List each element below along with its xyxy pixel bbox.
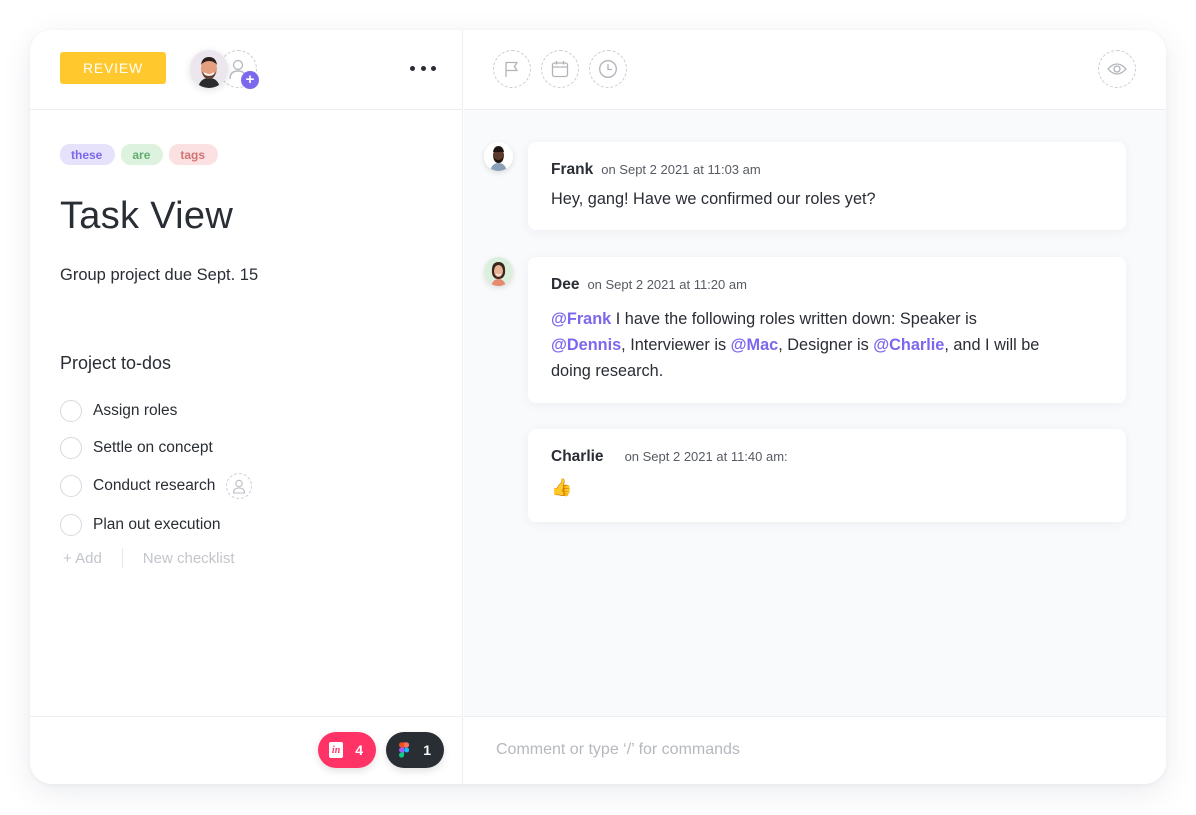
clock-icon	[599, 60, 617, 78]
mention-frank[interactable]: @Frank	[551, 310, 611, 328]
invision-icon: in	[329, 742, 344, 758]
tag[interactable]: are	[121, 144, 164, 165]
calendar-icon	[551, 61, 569, 78]
activity-toolbar	[464, 30, 1166, 110]
time-tracking-button[interactable]	[589, 50, 627, 88]
flag-icon	[505, 61, 518, 77]
comment-text: I have the following roles written down:…	[611, 310, 977, 328]
task-header: REVIEW +	[30, 30, 462, 110]
comment-author[interactable]: Frank	[551, 161, 593, 179]
attachment-count: 1	[423, 742, 431, 758]
checklist-item-label[interactable]: Assign roles	[93, 402, 177, 420]
checklist-item: Plan out execution	[60, 506, 252, 543]
user-icon	[233, 479, 246, 494]
comment-text: , Interviewer is	[621, 336, 731, 354]
comment-card: Frank on Sept 2 2021 at 11:03 am Hey, ga…	[528, 142, 1126, 230]
checklist-actions: + Add New checklist	[63, 548, 235, 568]
comment-body: @Frank I have the following roles writte…	[551, 306, 1056, 384]
tag[interactable]: these	[60, 144, 116, 165]
checkbox[interactable]	[60, 475, 82, 497]
assignee-avatar[interactable]	[190, 50, 228, 88]
comment-card: Charlie on Sept 2 2021 at 11:40 am: 👍	[528, 429, 1126, 522]
figma-icon	[399, 742, 410, 758]
frank-avatar[interactable]	[484, 142, 513, 171]
checklist-item: Settle on concept	[60, 429, 252, 466]
comment-card: Dee on Sept 2 2021 at 11:20 am @Frank I …	[528, 257, 1126, 403]
comment-header: Frank on Sept 2 2021 at 11:03 am	[551, 161, 761, 179]
avatar-man-icon	[484, 142, 513, 171]
task-description[interactable]: Group project due Sept. 15	[60, 266, 258, 285]
checklist-title: Project to-dos	[60, 353, 172, 373]
attachment-count: 4	[355, 742, 363, 758]
invision-attachments-button[interactable]: in 4	[318, 732, 376, 768]
checkbox[interactable]	[60, 436, 82, 459]
checklist-item-label[interactable]: Plan out execution	[93, 516, 221, 534]
mention-charlie[interactable]: @Charlie	[873, 336, 944, 354]
figma-attachments-button[interactable]: 1	[386, 732, 444, 768]
thumbs-up-icon: 👍	[551, 478, 573, 497]
mention-mac[interactable]: @Mac	[731, 336, 779, 354]
add-item-button[interactable]: + Add	[63, 550, 102, 567]
activity-panel: Frank on Sept 2 2021 at 11:03 am Hey, ga…	[464, 30, 1166, 784]
attachments-bar: in 4 1	[30, 716, 462, 784]
new-checklist-button[interactable]: New checklist	[143, 550, 235, 567]
status-button[interactable]: REVIEW	[60, 52, 166, 84]
divider	[121, 548, 123, 568]
checklist-item: Assign roles	[60, 392, 252, 429]
mention-dennis[interactable]: @Dennis	[551, 336, 621, 354]
task-view-window: REVIEW + these are tags Task View Group …	[30, 30, 1166, 784]
checkbox[interactable]	[60, 513, 82, 536]
dee-avatar[interactable]	[484, 257, 513, 286]
comment-body: Hey, gang! Have we confirmed our roles y…	[551, 190, 876, 208]
task-title[interactable]: Task View	[60, 195, 233, 238]
dot-icon	[410, 65, 415, 71]
checklist-item-label[interactable]: Settle on concept	[93, 439, 213, 457]
priority-button[interactable]	[493, 50, 531, 88]
task-details-panel: REVIEW + these are tags Task View Group …	[30, 30, 463, 784]
tag[interactable]: tags	[169, 144, 219, 165]
due-date-button[interactable]	[541, 50, 579, 88]
checklist-item-label[interactable]: Conduct research	[93, 477, 215, 495]
more-options-button[interactable]	[410, 58, 436, 78]
checkbox[interactable]	[60, 399, 82, 422]
comment-text: , Designer is	[778, 336, 874, 354]
plus-icon[interactable]: +	[241, 71, 259, 89]
dot-icon	[420, 65, 426, 71]
avatar-woman-icon	[484, 257, 513, 286]
comment-date: on Sept 2 2021 at 11:40 am:	[624, 449, 788, 464]
eye-icon	[1107, 63, 1127, 75]
checklist: Assign roles Settle on concept Conduct r…	[60, 392, 253, 543]
avatar-man-icon	[190, 50, 228, 88]
dot-icon	[431, 65, 436, 71]
checklist-item: Conduct research	[60, 466, 253, 506]
assign-user-button[interactable]	[226, 473, 253, 499]
watch-button[interactable]	[1098, 50, 1136, 88]
comment-header: Charlie on Sept 2 2021 at 11:40 am:	[551, 448, 788, 466]
comment-date: on Sept 2 2021 at 11:20 am	[587, 277, 747, 292]
comment-date: on Sept 2 2021 at 11:03 am	[601, 162, 761, 177]
comment-input[interactable]	[496, 717, 1136, 783]
comment-author[interactable]: Charlie	[551, 448, 604, 466]
comment-author[interactable]: Dee	[551, 276, 579, 294]
comment-composer	[464, 716, 1166, 784]
comment-header: Dee on Sept 2 2021 at 11:20 am	[551, 276, 747, 294]
tag-list: these are tags	[60, 144, 219, 165]
